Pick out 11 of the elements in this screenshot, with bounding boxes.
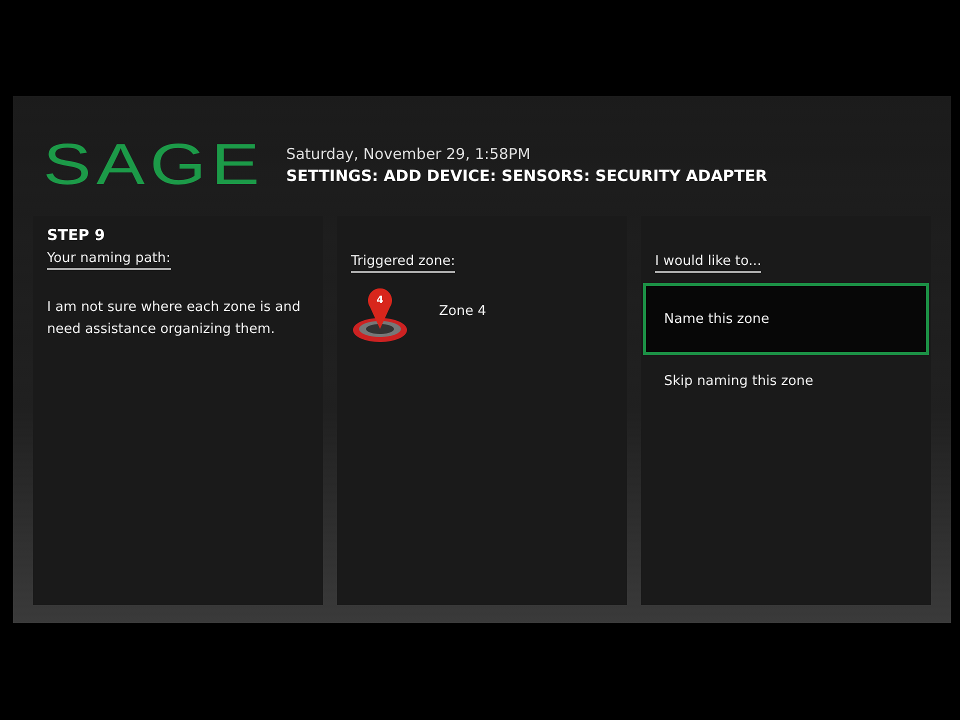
option-button[interactable]: Skip naming this zone: [643, 355, 929, 407]
step-title: STEP 9: [47, 226, 106, 244]
section-heading: I would like to...: [655, 253, 762, 273]
description-text: I am not sure where each zone is and need assistance organizing them.: [47, 298, 302, 339]
option-button[interactable]: Name this zone: [643, 283, 929, 355]
section-heading: Triggered zone:: [351, 253, 456, 273]
section-heading: Your naming path:: [47, 250, 170, 270]
breadcrumb: SETTINGS: ADD DEVICE: SENSORS: SECURITY ADAPTER: [286, 167, 768, 185]
logo: SAGE: [43, 136, 264, 194]
zone-name: Zone 4: [439, 303, 486, 319]
date-time: Saturday, November 29, 1:58PM: [286, 145, 532, 163]
